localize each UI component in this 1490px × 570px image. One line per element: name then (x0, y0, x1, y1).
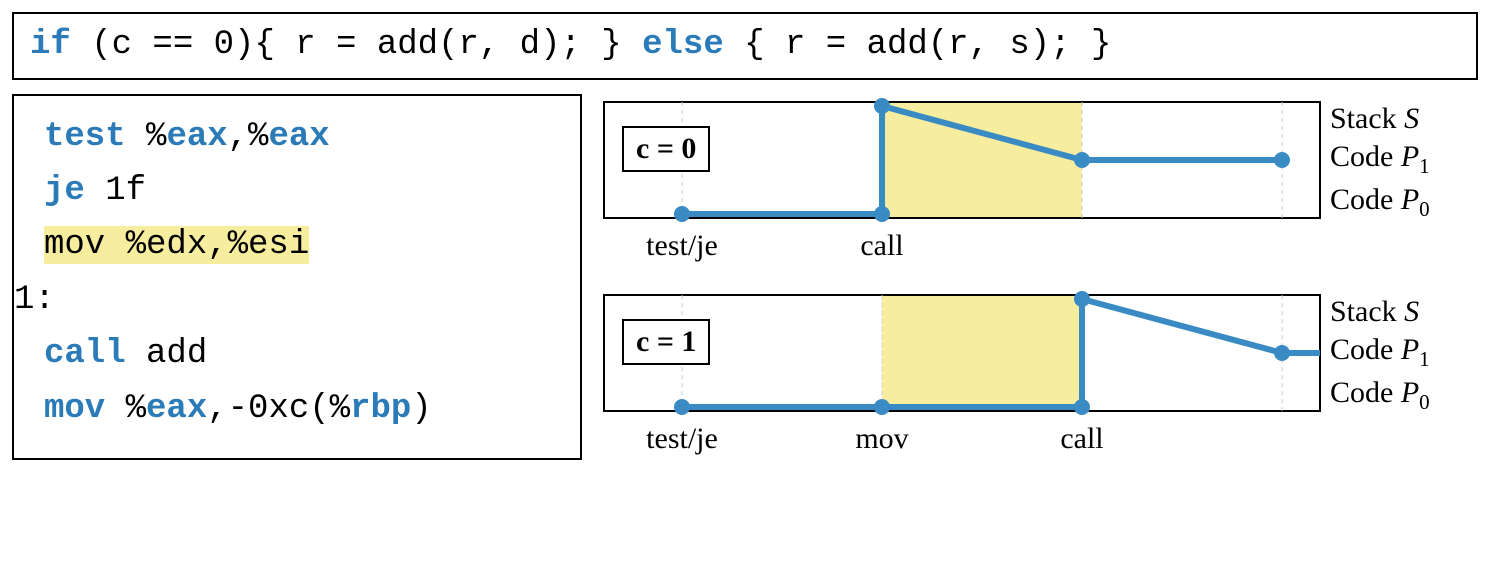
keyword-else: else (642, 26, 724, 64)
chart-c0: c = 0 Stack S Code P1 Code P0 test/je ca… (602, 98, 1478, 267)
condition-label-c0: c = 0 (622, 126, 710, 172)
keyword-if: if (30, 26, 71, 64)
asm-label: 1: (14, 273, 580, 327)
asm-line-je: je 1f (14, 164, 580, 218)
charts-column: c = 0 Stack S Code P1 Code P0 test/je ca… (602, 94, 1478, 460)
source-else-body: { r = add(r, s); } (724, 26, 1112, 64)
assembly-box: test %eax,%eax je 1f mov %edx,%esi 1: ca… (12, 94, 582, 460)
asm-line-call: call add (14, 327, 580, 381)
asm-line-test: test %eax,%eax (14, 110, 580, 164)
chart-c1: c = 1 Stack S Code P1 Code P0 test/je mo… (602, 291, 1478, 460)
condition-label-c1: c = 1 (622, 319, 710, 365)
y-axis-labels-c1: Stack S Code P1 Code P0 (1330, 295, 1430, 415)
source-if-body: (c == 0){ r = add(r, d); } (71, 26, 642, 64)
asm-line-mov-highlight: mov %edx,%esi (14, 218, 580, 272)
x-axis-labels-c0: test/je call (602, 229, 1322, 267)
x-axis-labels-c1: test/je mov call (602, 422, 1322, 460)
y-axis-labels-c0: Stack S Code P1 Code P0 (1330, 102, 1430, 222)
source-code-box: if (c == 0){ r = add(r, d); } else { r =… (12, 12, 1478, 80)
asm-line-mov-store: mov %eax,-0xc(%rbp) (14, 382, 580, 436)
